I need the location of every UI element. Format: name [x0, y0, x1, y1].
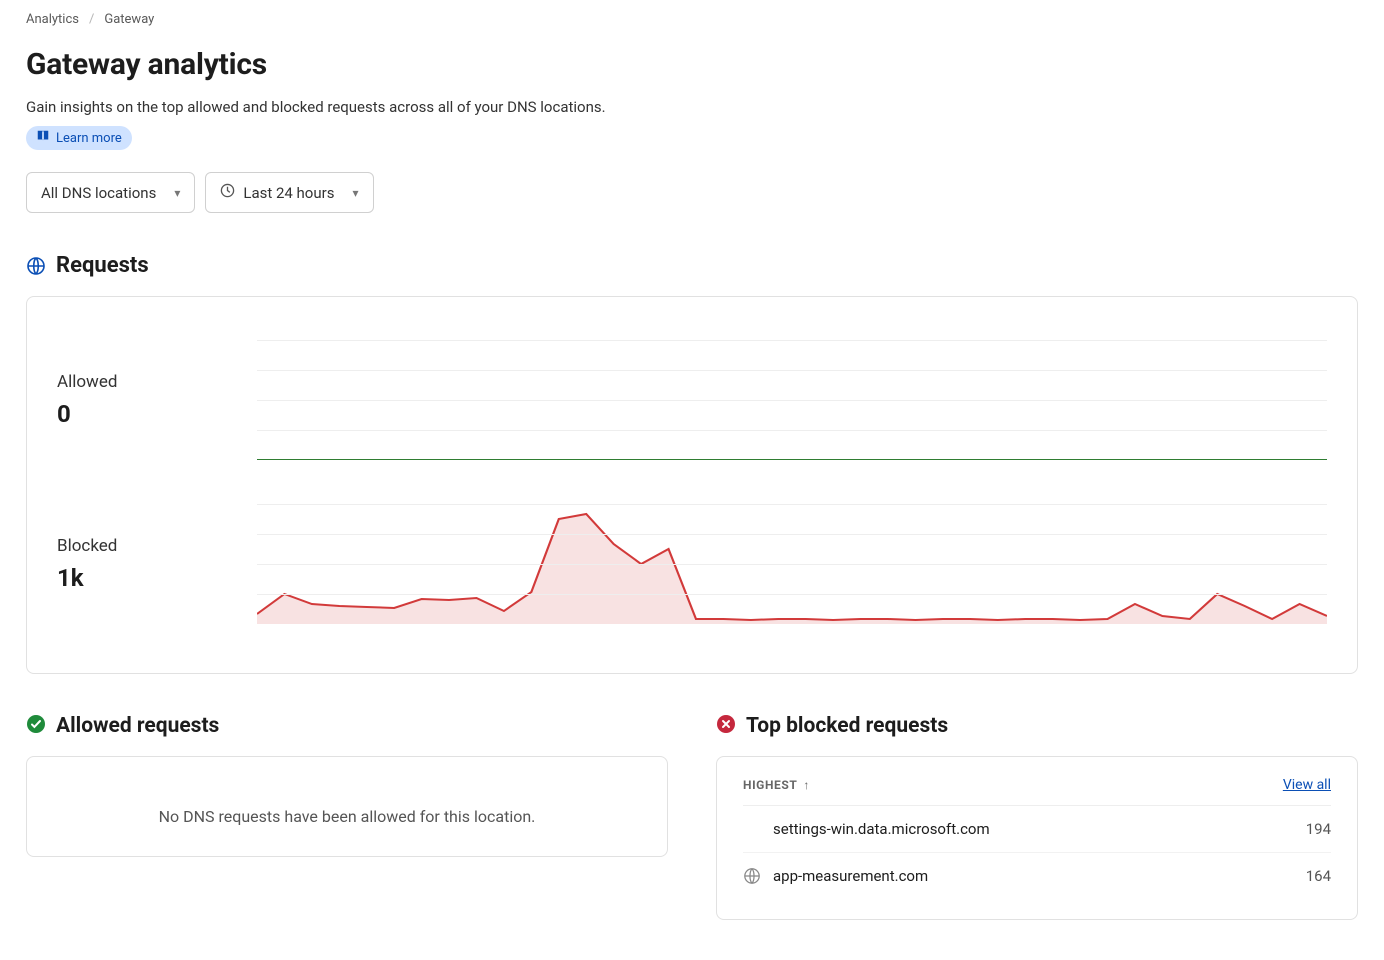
- allowed-value: 0: [57, 400, 217, 428]
- breadcrumb-parent[interactable]: Analytics: [26, 12, 79, 27]
- breadcrumb-current: Gateway: [104, 12, 154, 27]
- blocked-row[interactable]: app-measurement.com 164: [743, 853, 1331, 899]
- blocked-domain: settings-win.data.microsoft.com: [773, 820, 990, 838]
- highest-label: HIGHEST: [743, 778, 797, 792]
- top-blocked-card: HIGHEST ↑ View all settings-win.data.mic…: [716, 756, 1358, 920]
- blocked-label: Blocked: [57, 536, 217, 556]
- allowed-requests-card: No DNS requests have been allowed for th…: [26, 756, 668, 857]
- allowed-requests-head: Allowed requests: [26, 714, 668, 738]
- blocked-list: settings-win.data.microsoft.com 194 app-…: [743, 806, 1331, 899]
- allowed-empty-message: No DNS requests have been allowed for th…: [27, 757, 667, 856]
- requests-section-head: Requests: [26, 253, 1358, 278]
- top-blocked-column: Top blocked requests HIGHEST ↑ View all …: [716, 714, 1358, 920]
- globe-icon: [743, 867, 761, 885]
- check-circle-icon: [26, 714, 46, 738]
- breadcrumb: Analytics / Gateway: [26, 12, 1358, 27]
- time-range-label: Last 24 hours: [243, 184, 334, 202]
- clock-icon: [220, 183, 235, 202]
- allowed-requests-column: Allowed requests No DNS requests have be…: [26, 714, 668, 920]
- x-circle-icon: [716, 714, 736, 738]
- requests-card: Allowed 0 Blocked 1k: [26, 296, 1358, 674]
- globe-icon: [26, 256, 46, 276]
- chevron-down-icon: ▾: [352, 186, 358, 200]
- locations-select-label: All DNS locations: [41, 184, 156, 202]
- requests-section-title: Requests: [56, 253, 149, 278]
- allowed-row: Allowed 0: [57, 325, 1327, 475]
- top-blocked-head: Top blocked requests: [716, 714, 1358, 738]
- chevron-down-icon: ▾: [174, 186, 180, 200]
- arrow-up-icon: ↑: [803, 778, 810, 792]
- blocked-row: Blocked 1k: [57, 489, 1327, 639]
- allowed-chart: [257, 340, 1327, 460]
- view-all-link[interactable]: View all: [1283, 777, 1331, 793]
- allowed-requests-title: Allowed requests: [56, 714, 219, 738]
- highest-sort-header[interactable]: HIGHEST ↑: [743, 778, 810, 792]
- blocked-domain: app-measurement.com: [773, 867, 928, 885]
- blocked-count: 194: [1306, 820, 1331, 838]
- locations-select[interactable]: All DNS locations ▾: [26, 172, 195, 213]
- blocked-row[interactable]: settings-win.data.microsoft.com 194: [743, 806, 1331, 853]
- top-blocked-title: Top blocked requests: [746, 714, 948, 738]
- page-title: Gateway analytics: [26, 47, 1358, 82]
- page-subtitle: Gain insights on the top allowed and blo…: [26, 98, 1358, 116]
- breadcrumb-separator: /: [89, 12, 94, 27]
- learn-more-label: Learn more: [56, 131, 122, 146]
- blocked-chart: [257, 504, 1327, 624]
- filter-bar: All DNS locations ▾ Last 24 hours ▾: [26, 172, 1358, 213]
- allowed-label: Allowed: [57, 372, 217, 392]
- blocked-value: 1k: [57, 564, 217, 592]
- learn-more-button[interactable]: Learn more: [26, 126, 132, 150]
- blocked-count: 164: [1306, 867, 1331, 885]
- book-icon: [36, 129, 50, 147]
- time-range-select[interactable]: Last 24 hours ▾: [205, 172, 373, 213]
